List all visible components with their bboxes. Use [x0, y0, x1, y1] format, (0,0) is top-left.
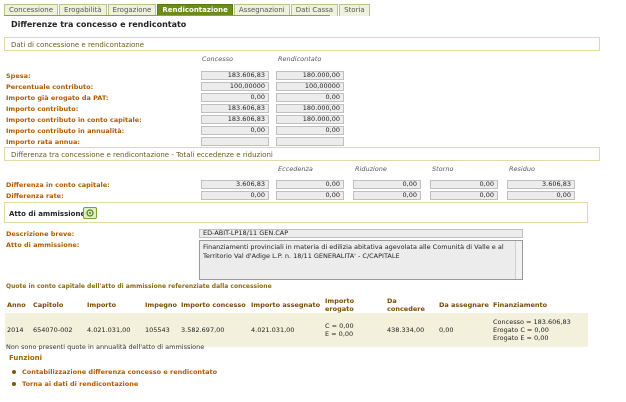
funzioni-title: Funzioni: [9, 354, 43, 362]
label-atto: Atto di ammissione:: [6, 241, 80, 249]
page-title: Differenze tra concesso e rendicontato: [11, 20, 187, 29]
gia-erogato-rendicontato: 0,00: [276, 93, 344, 102]
diff-capitale-value: 3.606,83: [201, 180, 269, 189]
section1-title: Dati di concessione e rendicontazione: [11, 41, 145, 49]
rata-annua-rendicontato: [276, 137, 344, 146]
diff-rate-value: 0,00: [201, 191, 269, 200]
th-importo-erogato: Importo erogato: [323, 297, 385, 313]
th-importo: Importo: [85, 297, 143, 313]
annualita-rendicontato: 0,00: [276, 126, 344, 135]
th-finanziamento: Finanziamento: [491, 297, 588, 313]
diff-capitale-eccedenza: 0,00: [276, 180, 344, 189]
cell-assegnato: 4.021.031,00: [249, 313, 323, 347]
label-importo-contributo: Importo contributo:: [6, 105, 79, 113]
cell-concesso: 3.582.697,00: [179, 313, 249, 347]
spesa-concesso: 183.606,83: [201, 71, 269, 80]
spesa-rendicontato: 180.000,00: [276, 71, 344, 80]
diff-rate-riduzione: 0,00: [353, 191, 421, 200]
link-contabilizzazione[interactable]: Contabilizzazione differenza concesso e …: [12, 368, 218, 376]
fin-erogato-e: Erogato E = 0,00: [493, 334, 549, 342]
rata-annua-concesso: [201, 137, 269, 146]
col-riduzione: Riduzione: [355, 165, 387, 173]
th-da-assegnare: Da assegnare: [437, 297, 491, 313]
diff-rate-residuo: 0,00: [507, 191, 575, 200]
erogato-e: E = 0,00: [325, 330, 354, 338]
cell-importo: 4.021.031,00: [85, 313, 143, 347]
cell-da-assegnare: 0,00: [437, 313, 491, 347]
bullet-icon: [12, 370, 16, 374]
label-diff-capitale: Differenza in conto capitale:: [6, 181, 110, 189]
th-da-concedere: Da concedere: [385, 297, 437, 313]
label-diff-rate: Differenza rate:: [6, 192, 64, 200]
quote-table: Anno Capitolo Importo Impegno Importo co…: [5, 297, 588, 347]
link-torna-label: Torna ai dati di rendicontazione: [22, 380, 139, 388]
label-gia-erogato: Importo già erogato da PAT:: [6, 94, 109, 102]
col-eccedenza: Eccedenza: [278, 165, 313, 173]
importo-contributo-rendicontato: 180.000,00: [276, 104, 344, 113]
section1-header: Dati di concessione e rendicontazione: [4, 37, 600, 51]
quote-title: Quote in conto capitale dell'atto di amm…: [6, 283, 272, 290]
gear-icon-svg: [86, 209, 94, 217]
th-anno: Anno: [5, 297, 31, 313]
conto-capitale-rendicontato: 180.000,00: [276, 115, 344, 124]
erogato-c: C = 0,00: [325, 322, 354, 330]
cell-finanziamento: Concesso = 183.606,83 Erogato C = 0,00 E…: [491, 313, 588, 347]
cell-impegno: 105543: [143, 313, 179, 347]
annualita-note: Non sono presenti quote in annualità del…: [6, 343, 205, 351]
section2-title: Differenza tra concessione e rendicontaz…: [11, 151, 273, 159]
link-torna-rendicontazione[interactable]: Torna ai dati di rendicontazione: [12, 380, 139, 388]
diff-capitale-residuo: 3.606,83: [507, 180, 575, 189]
atto-text: Finanziamenti provinciali in materia di …: [203, 243, 504, 260]
label-conto-capitale: Importo contributo in conto capitale:: [6, 116, 142, 124]
label-descrizione: Descrizione breve:: [6, 230, 75, 238]
th-capitolo: Capitolo: [31, 297, 85, 313]
th-impegno: Impegno: [143, 297, 179, 313]
atto-textarea[interactable]: Finanziamenti provinciali in materia di …: [199, 240, 523, 280]
diff-rate-storno: 0,00: [430, 191, 498, 200]
cell-capitolo: 654070-002: [31, 313, 85, 347]
label-rata-annua: Importo rata annua:: [6, 138, 80, 146]
conto-capitale-concesso: 183.606,83: [201, 115, 269, 124]
cell-anno: 2014: [5, 313, 31, 347]
col-storno: Storno: [432, 165, 454, 173]
diff-capitale-storno: 0,00: [430, 180, 498, 189]
col-rendicontato: Rendicontato: [278, 55, 322, 63]
gia-erogato-concesso: 0,00: [201, 93, 269, 102]
section2-header: Differenza tra concessione e rendicontaz…: [4, 147, 600, 161]
atto-header: Atto di ammissione: [4, 202, 588, 223]
descrizione-value: ED-ABIT-LP18/11 GEN.CAP: [199, 229, 523, 238]
bullet-icon: [12, 382, 16, 386]
link-contabilizzazione-label: Contabilizzazione differenza concesso e …: [22, 368, 218, 376]
annualita-concesso: 0,00: [201, 126, 269, 135]
fin-erogato-c: Erogato C = 0,00: [493, 326, 549, 334]
table-row: 2014 654070-002 4.021.031,00 105543 3.58…: [5, 313, 588, 347]
col-residuo: Residuo: [509, 165, 535, 173]
tab-underline: [4, 15, 330, 16]
diff-rate-eccedenza: 0,00: [276, 191, 344, 200]
label-spesa: Spesa:: [6, 72, 31, 80]
importo-contributo-concesso: 183.606,83: [201, 104, 269, 113]
diff-capitale-riduzione: 0,00: [353, 180, 421, 189]
tab-storia[interactable]: Storia: [339, 4, 370, 16]
percentuale-concesso: 100,00000: [201, 82, 269, 91]
label-annualita: Importo contributo in annualità:: [6, 127, 125, 135]
atto-title: Atto di ammissione: [9, 210, 86, 218]
settings-icon[interactable]: [83, 207, 97, 219]
th-importo-concesso: Importo concesso: [179, 297, 249, 313]
label-percentuale: Percentuale contributo:: [6, 83, 94, 91]
atto-scrollbar[interactable]: [515, 241, 522, 279]
col-concesso: Concesso: [202, 55, 233, 63]
cell-erogato: C = 0,00 E = 0,00: [323, 313, 385, 347]
fin-concesso: Concesso = 183.606,83: [493, 318, 571, 326]
quote-header-row: Anno Capitolo Importo Impegno Importo co…: [5, 297, 588, 313]
percentuale-rendicontato: 100,00000: [276, 82, 344, 91]
th-importo-assegnato: Importo assegnato: [249, 297, 323, 313]
cell-da-concedere: 438.334,00: [385, 313, 437, 347]
